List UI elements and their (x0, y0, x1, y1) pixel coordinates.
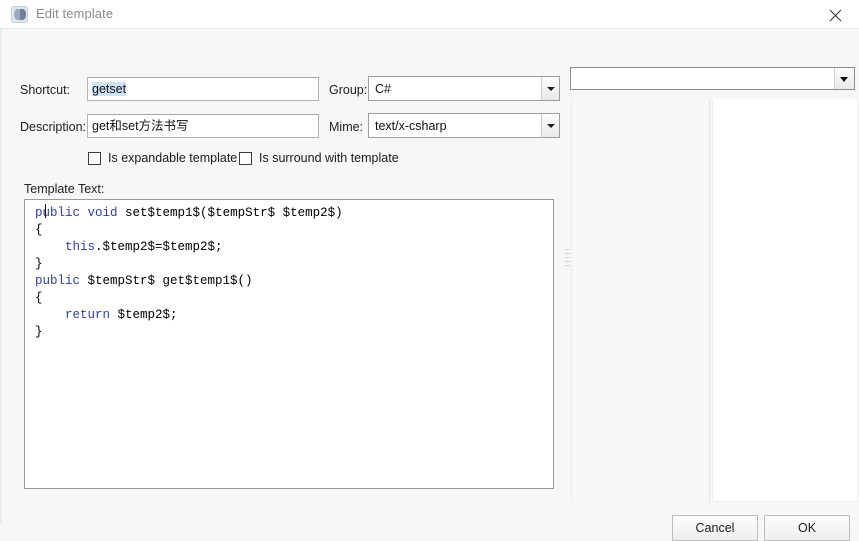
checkbox-box[interactable] (88, 151, 101, 165)
template-text-editor[interactable]: public void set$temp1$($tempStr$ $temp2$… (24, 199, 554, 489)
chevron-down-icon[interactable] (834, 68, 854, 89)
is-surround-with-template-label: Is surround with template (259, 151, 399, 165)
is-expandable-template-label: Is expandable template (108, 151, 238, 165)
description-label: Description: (20, 120, 86, 134)
ok-button[interactable]: OK (764, 515, 850, 541)
title-bar: Edit template (0, 0, 859, 29)
template-app-icon (11, 6, 28, 23)
shortcut-label: Shortcut: (20, 83, 71, 97)
template-text-label: Template Text: (24, 182, 105, 196)
cancel-button[interactable]: Cancel (672, 515, 758, 541)
template-text-code: public void set$temp1$($tempStr$ $temp2$… (35, 206, 343, 339)
mime-select[interactable]: text/x-csharp (368, 113, 560, 138)
checkbox-box[interactable] (239, 151, 252, 165)
right-top-select[interactable] (570, 67, 855, 90)
is-surround-with-template-checkbox[interactable]: Is surround with template (239, 151, 399, 165)
right-gray-pane[interactable] (571, 99, 710, 502)
window-title: Edit template (36, 6, 114, 21)
mime-label: Mime: (329, 120, 364, 134)
group-label: Group: (329, 83, 368, 97)
text-caret (45, 204, 46, 218)
shortcut-input-value: getset (92, 82, 127, 96)
right-white-pane[interactable] (712, 99, 858, 502)
description-input-value: get和set方法书写 (92, 119, 189, 133)
group-select-value: C# (375, 81, 391, 96)
close-icon[interactable] (813, 0, 859, 28)
dialog-body: Shortcut: getset Description: get和set方法书… (0, 29, 859, 541)
description-input[interactable]: get和set方法书写 (87, 114, 319, 138)
shortcut-input[interactable]: getset (87, 77, 319, 101)
chevron-down-icon[interactable] (541, 77, 559, 100)
mime-select-value: text/x-csharp (375, 118, 447, 133)
is-expandable-template-checkbox[interactable]: Is expandable template (88, 151, 237, 165)
chevron-down-icon[interactable] (541, 114, 559, 137)
group-select[interactable]: C# (368, 76, 560, 101)
splitter-grip-icon (565, 249, 570, 267)
